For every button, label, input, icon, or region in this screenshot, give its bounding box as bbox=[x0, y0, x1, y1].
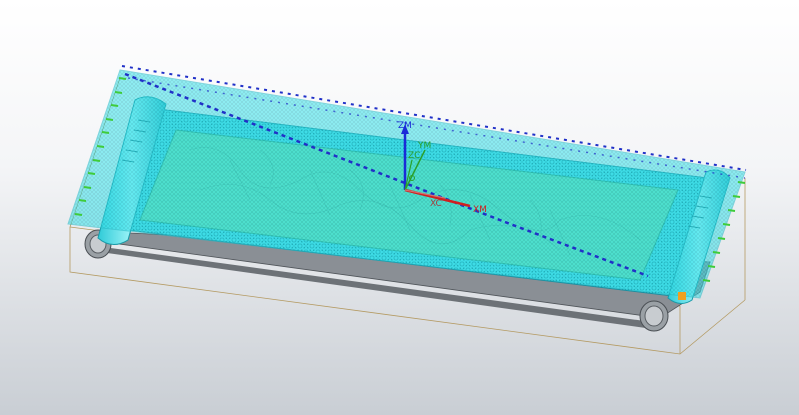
zc-label: ZC bbox=[408, 151, 420, 161]
roller-cap-right bbox=[639, 300, 669, 332]
zm-label: ZM bbox=[398, 121, 412, 131]
cad-scene[interactable]: ZM YM ZC XC XM bbox=[0, 0, 799, 415]
graphics-viewport[interactable]: ZM YM ZC XC XM bbox=[0, 0, 799, 415]
xm-label: XM bbox=[473, 205, 487, 215]
xc-label: XC bbox=[430, 199, 442, 209]
ym-label: YM bbox=[417, 141, 431, 151]
